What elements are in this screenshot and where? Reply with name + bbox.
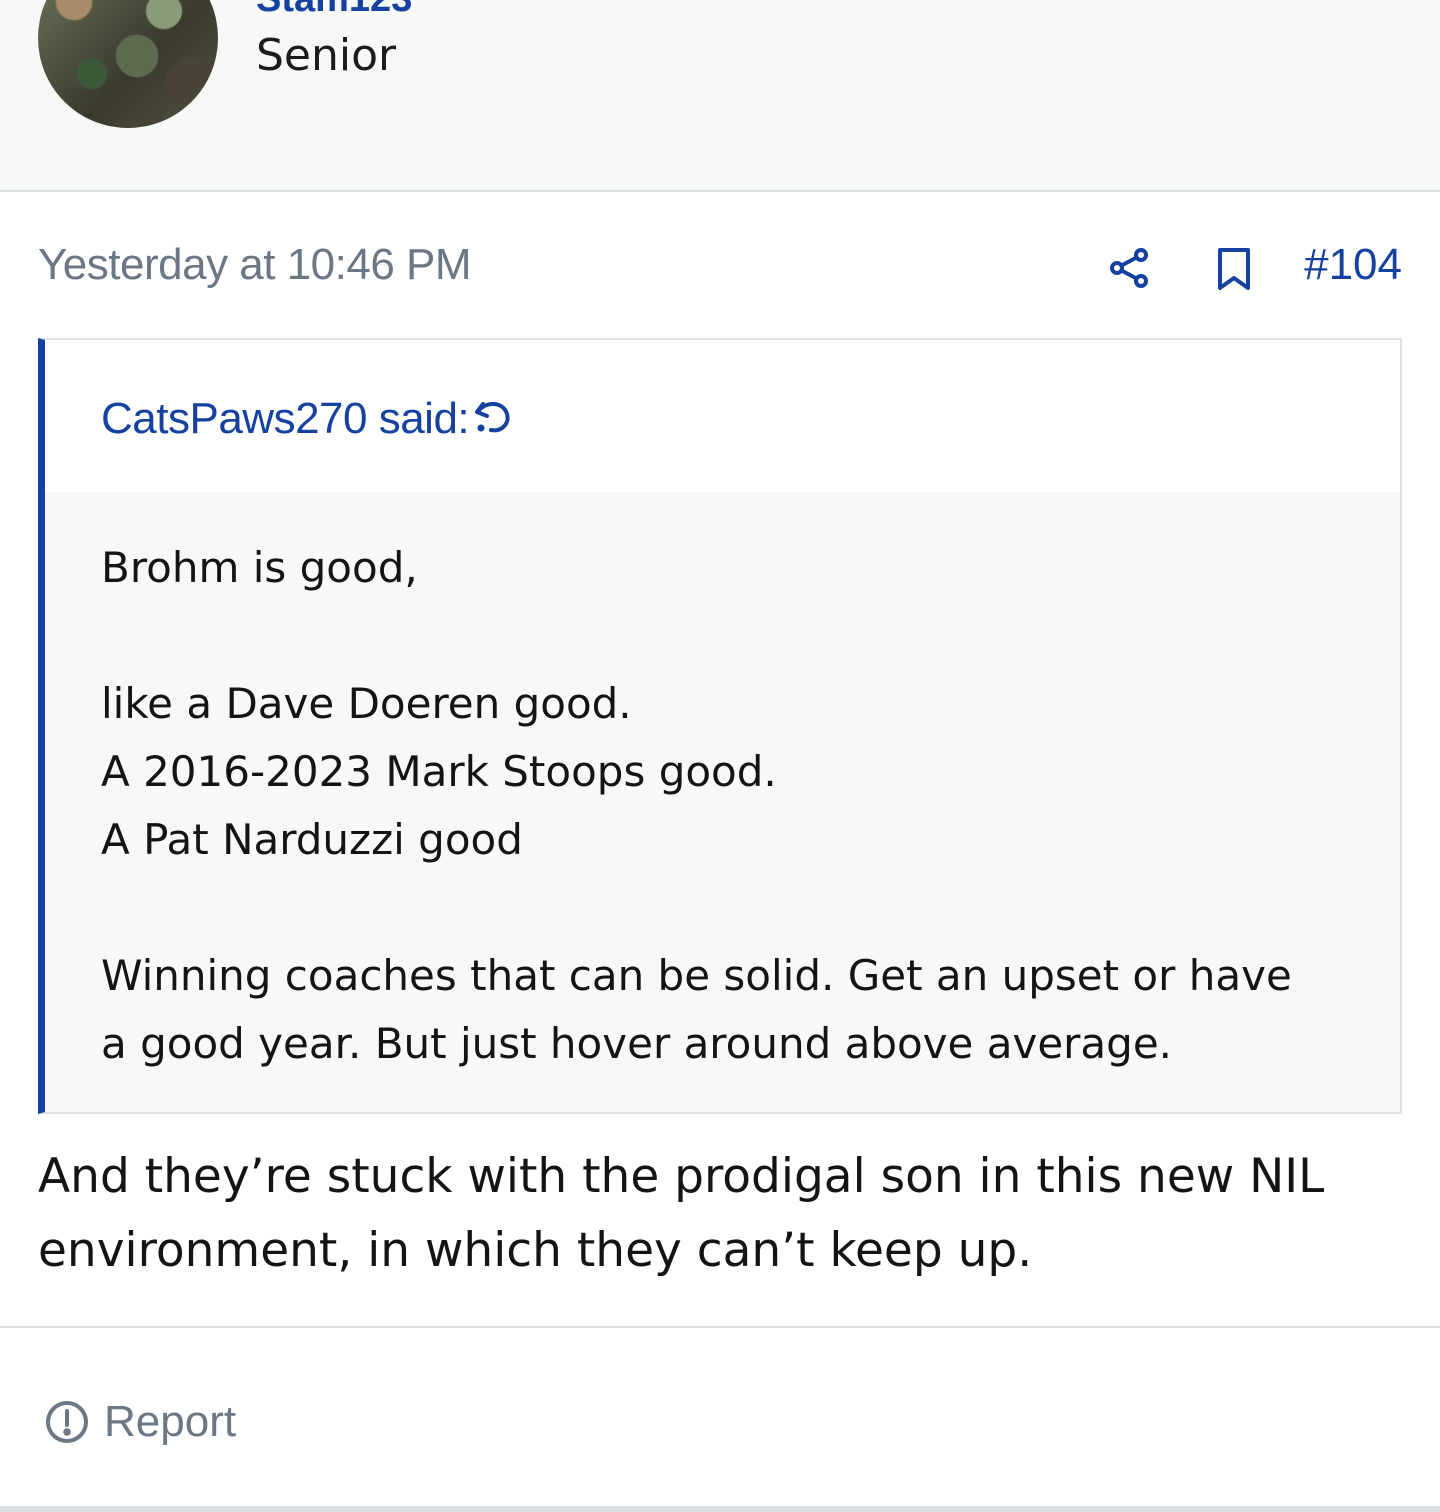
bottom-divider	[0, 1506, 1440, 1512]
report-label: Report	[104, 1397, 237, 1446]
quote-body: Brohm is good, like a Dave Doeren good. …	[45, 492, 1400, 1112]
post-date[interactable]: Yesterday at 10:46 PM	[38, 240, 472, 290]
user-header: Stam123 Senior	[0, 0, 1440, 192]
quote-line: Winning coaches that can be solid. Get a…	[101, 951, 1292, 1000]
username[interactable]: Stam123	[256, 0, 412, 21]
post-body-line: And they’re stuck with the prodigal son …	[38, 1149, 1325, 1204]
post-number-link[interactable]: #104	[1304, 240, 1402, 290]
report-button[interactable]: Report	[44, 1392, 236, 1452]
avatar[interactable]	[38, 0, 218, 128]
quote-line: like a Dave Doeren good.	[101, 679, 632, 728]
quote-text: Brohm is good, like a Dave Doeren good. …	[101, 534, 1361, 1078]
jump-to-quote-icon[interactable]	[473, 390, 517, 440]
divider	[0, 1326, 1440, 1328]
post-body-line: environment, in which they can’t keep up…	[38, 1223, 1033, 1278]
quote-line: a good year. But just hover around above…	[101, 1019, 1173, 1068]
user-title: Senior	[256, 30, 397, 81]
quote-header: CatsPaws270 said:	[45, 340, 1400, 492]
quote-line: A 2016-2023 Mark Stoops good.	[101, 747, 777, 796]
share-icon[interactable]	[1108, 246, 1152, 290]
quote-line: Brohm is good,	[101, 543, 418, 592]
quote-line: A Pat Narduzzi good	[101, 815, 523, 864]
quote-author-link[interactable]: CatsPaws270 said:	[101, 394, 470, 444]
quote-block: CatsPaws270 said: Brohm is good, like a …	[38, 338, 1402, 1114]
post-meta: Yesterday at 10:46 PM #104	[38, 236, 1402, 300]
post-body: And they’re stuck with the prodigal son …	[38, 1140, 1402, 1288]
alert-circle-icon	[44, 1399, 90, 1445]
bookmark-icon[interactable]	[1214, 246, 1254, 292]
